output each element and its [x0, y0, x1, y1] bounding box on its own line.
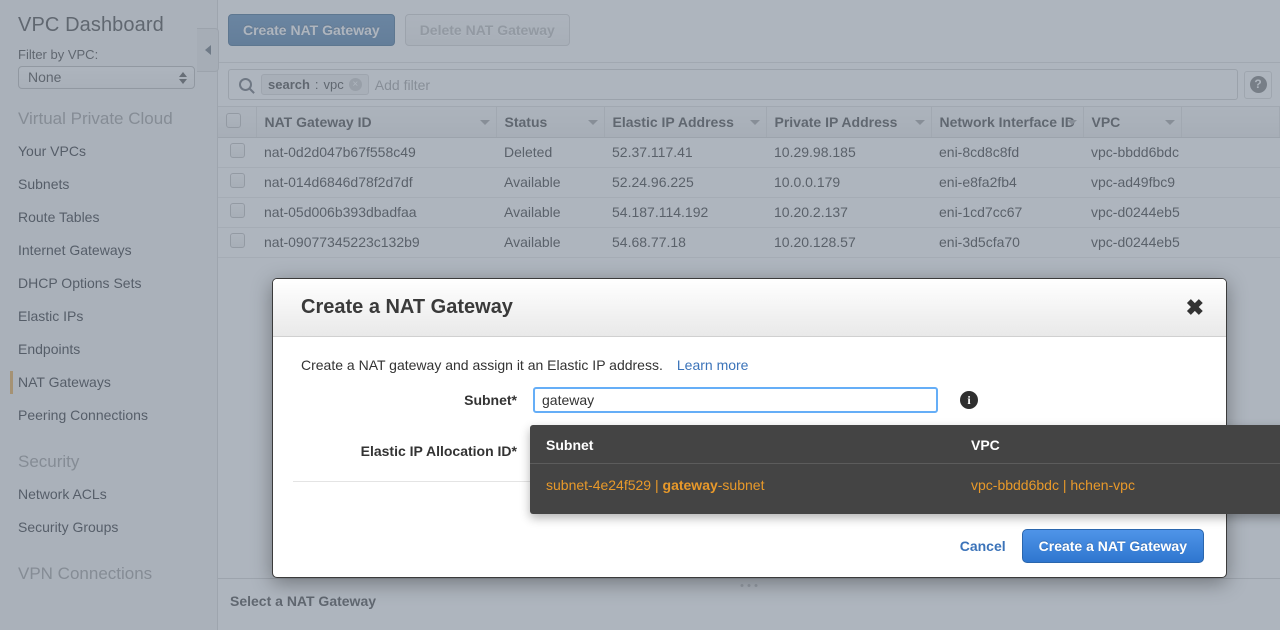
dialog-title: Create a NAT Gateway: [301, 296, 513, 318]
dialog-footer: Cancel Create a NAT Gateway: [273, 515, 1226, 577]
subnet-input[interactable]: [533, 387, 938, 413]
autocomplete-option-vpc: vpc-bbdd6bdc | hchen-vpc: [971, 477, 1135, 493]
autocomplete-option-subnet: subnet-4e24f529 | gateway-subnet: [546, 477, 765, 493]
subnet-label: Subnet*: [464, 392, 517, 408]
autocomplete-results: subnet-4e24f529 | gateway-subnet vpc-bbdd…: [530, 464, 1280, 493]
subnet-field-row: Subnet* i: [273, 373, 1226, 413]
learn-more-link[interactable]: Learn more: [677, 357, 749, 373]
dialog-header: Create a NAT Gateway ✖: [273, 279, 1226, 337]
cancel-button[interactable]: Cancel: [960, 538, 1006, 554]
dialog-description: Create a NAT gateway and assign it an El…: [273, 337, 1226, 373]
submit-create-nat-gateway-button[interactable]: Create a NAT Gateway: [1021, 529, 1204, 563]
autocomplete-col-subnet: Subnet: [546, 437, 594, 453]
autocomplete-header: Subnet VPC: [530, 425, 1280, 464]
autocomplete-option[interactable]: subnet-4e24f529 | gateway-subnet vpc-bbdd…: [530, 464, 1280, 493]
autocomplete-col-vpc: VPC: [971, 437, 1000, 453]
subnet-autocomplete-dropdown: Subnet VPC subnet-4e24f529 | gateway-sub…: [530, 425, 1280, 514]
autocomplete-match-highlight: gateway: [662, 477, 718, 493]
elastic-ip-allocation-label: Elastic IP Allocation ID*: [360, 443, 517, 459]
dialog-description-text: Create a NAT gateway and assign it an El…: [301, 357, 663, 373]
vpc-console-page: VPC Dashboard Filter by VPC: None Virtua…: [0, 0, 1280, 630]
close-icon[interactable]: ✖: [1186, 296, 1204, 319]
info-icon[interactable]: i: [960, 391, 978, 409]
